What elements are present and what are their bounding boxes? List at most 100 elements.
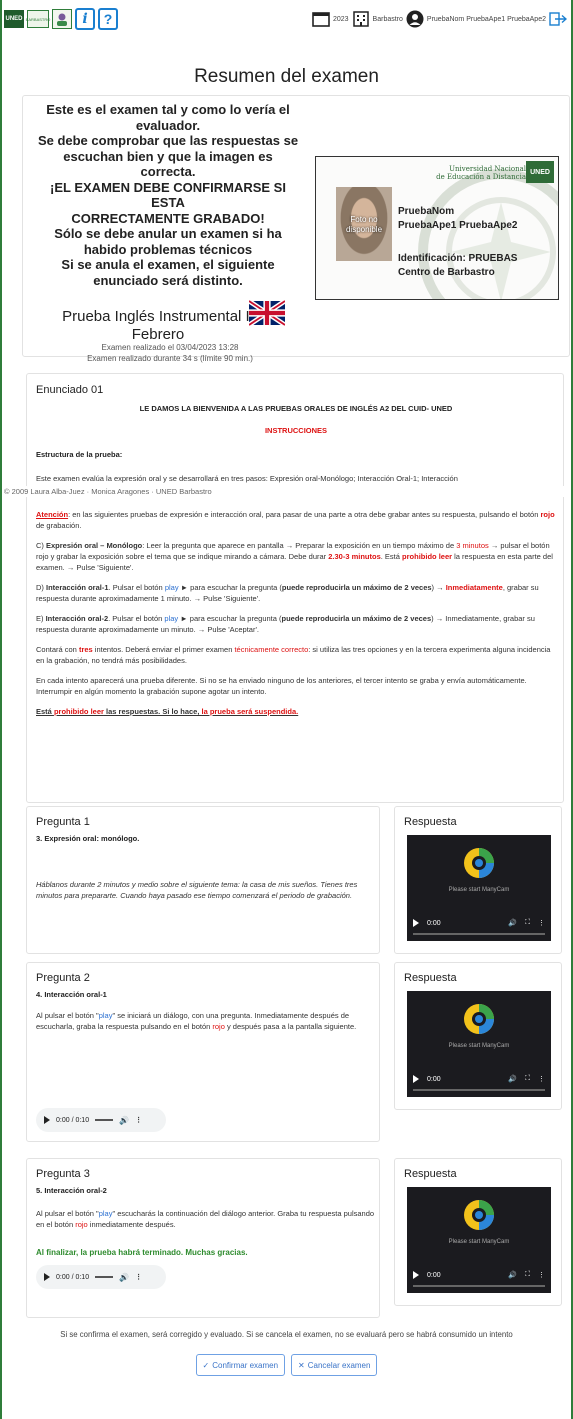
summary-line: Si se anula el examen, el siguiente [61,257,275,272]
user-bar: 2023 Barbastro PruebaNom PruebaApe1 Prue… [312,10,567,28]
test-name: Prueba Inglés Instrumental II Febrero [33,308,283,344]
play-icon[interactable] [44,1116,50,1124]
summary-line: CORRECTAMENTE GRABADO! [71,210,265,226]
student-first-name: PruebaNom [398,206,455,217]
center-value: Centro de Barbastro [398,267,495,278]
text-span: rojo [212,1022,225,1031]
audio-progress-bar[interactable] [95,1119,114,1121]
text-span: la prueba será suspendida. [201,707,299,716]
photo-text-line: Foto no [350,215,378,224]
test-name-line: Prueba Inglés Instrumental II [62,308,254,325]
footer-note: Si se confirma el examen, será corregido… [60,1330,513,1339]
volume-icon[interactable]: 🔊 [508,919,517,927]
text-span: . Pulsar el botón [108,583,165,592]
summary-line: Sólo se debe anular un examen si ha [54,226,282,241]
student-surnames: PruebaApe1 PruebaApe2 [398,220,518,231]
summary-line: Este es el examen tal y como lo vería el [46,102,290,117]
play-icon[interactable] [413,919,419,927]
text-span: C) [36,541,46,550]
confirm-exam-button[interactable]: ✓ Confirmar examen [195,1354,286,1376]
audio-progress-bar[interactable] [95,1276,114,1278]
evaluation-text: Este examen evalúa la expresión oral y s… [36,474,458,483]
volume-icon[interactable]: 🔊 [508,1271,517,1279]
page-title: Resumen del examen [194,66,379,87]
close-icon: ✕ [298,1360,305,1370]
logout-icon[interactable] [549,12,567,26]
video-progress-bar[interactable] [413,1089,545,1091]
manycam-logo-icon [464,1200,494,1230]
identification-value: Identificación: PRUEBAS [398,253,518,264]
video-time: 0:00 [427,919,441,927]
summary-line: correcta. [140,164,196,179]
exam-date: Examen realizado el 03/04/2023 13:28 [101,343,239,352]
university-name: Universidad Nacional de Educación a Dist… [436,165,526,181]
text-span: ► para escuchar la pregunta ( [178,614,282,623]
student-photo: Foto no disponible [336,187,392,261]
cancel-exam-button[interactable]: ✕ Cancelar examen [291,1354,378,1376]
summary-line: evaluador. [135,117,201,133]
text-span: inmediatamente después. [87,1220,176,1229]
response-card-1: Respuesta Please start ManyCam 0:00 🔊 ⛶ … [394,806,562,954]
intentos-paragraph: Contará con tres intentos. Deberá enviar… [36,644,558,666]
welcome-heading: LE DAMOS LA BIENVENIDA A LAS PRUEBAS ORA… [139,404,453,413]
volume-icon[interactable]: 🔊 [119,1273,129,1282]
text-span: : en las siguientes pruebas de expresión… [68,510,541,519]
play-icon[interactable] [413,1075,419,1083]
video-progress-bar[interactable] [413,1285,545,1287]
text-span: Al pulsar el botón " [36,1209,99,1218]
photo-text-line: disponible [345,225,383,234]
response-video[interactable]: Please start ManyCam 0:00 🔊 ⛶ ⋮ [407,1187,551,1293]
text-span: técnicamente correcto [234,645,309,654]
help-button[interactable]: ? [98,8,118,30]
text-span: ► para escuchar la pregunta ( [178,583,282,592]
more-options-icon[interactable]: ⋮ [538,1075,545,1083]
question-card-1: Pregunta 1 3. Expresión oral: monólogo. … [26,806,380,954]
fullscreen-icon[interactable]: ⛶ [525,1075,530,1083]
question-subtitle: 4. Interacción oral-1 [36,990,107,999]
video-message: Please start ManyCam [448,1239,510,1245]
cancel-label: Cancelar examen [307,1360,371,1370]
audio-player[interactable]: 0:00 / 0:10 🔊 ⋮ [36,1265,166,1289]
text-span: ) → [431,583,446,592]
text-span: Interacción oral-2 [45,614,109,623]
text-span: puede reproducirla un máximo de 2 veces [281,583,432,592]
question-card-3: Pregunta 3 5. Interacción oral-2 Al puls… [26,1158,380,1318]
photo-placeholder-text: Foto no disponible [336,215,392,235]
response-video[interactable]: Please start ManyCam 0:00 🔊 ⛶ ⋮ [407,991,551,1097]
response-card-3: Respuesta Please start ManyCam 0:00 🔊 ⛶ … [394,1158,562,1306]
play-icon[interactable] [413,1271,419,1279]
summary-line: escuchan bien y que la imagen es [63,148,273,164]
university-line: de Educación a Distancia [436,173,526,181]
video-controls: 0:00 🔊 ⛶ ⋮ [407,1267,551,1283]
info-button[interactable]: i [75,8,95,30]
summary-line: enunciado será distinto. [93,272,243,288]
audio-time: 0:00 / 0:10 [56,1116,90,1124]
copyright-notice: © 2009 Laura Alba-Juez · Monica Aragones… [4,486,564,497]
text-span: D) [36,583,46,592]
volume-icon[interactable]: 🔊 [508,1075,517,1083]
more-options-icon[interactable]: ⋮ [135,1273,142,1281]
text-span: : Leer la pregunta que aparece en pantal… [142,541,457,550]
more-options-icon[interactable]: ⋮ [135,1116,142,1124]
video-time: 0:00 [427,1075,441,1083]
play-icon[interactable] [44,1273,50,1281]
text-span: rojo [540,510,555,519]
video-progress-bar[interactable] [413,933,545,935]
audio-time: 0:00 / 0:10 [56,1273,90,1281]
response-video[interactable]: Please start ManyCam 0:00 🔊 ⛶ ⋮ [407,835,551,941]
fullscreen-icon[interactable]: ⛶ [525,919,530,927]
university-seal-icon [418,169,558,299]
uned-logo[interactable]: UNED [4,10,24,28]
action-buttons: ✓ Confirmar examen ✕ Cancelar examen [0,1354,573,1376]
more-options-icon[interactable]: ⋮ [538,1271,545,1279]
fullscreen-icon[interactable]: ⛶ [525,1271,530,1279]
audio-player[interactable]: 0:00 / 0:10 🔊 ⋮ [36,1108,166,1132]
text-span: play [164,614,179,623]
more-options-icon[interactable]: ⋮ [538,919,545,927]
volume-icon[interactable]: 🔊 [119,1116,129,1125]
exam-summary-card: Este es el examen tal y como lo vería el… [22,95,570,363]
interaccion2-paragraph: E) Interacción oral-2. Pulsar el botón p… [36,613,558,635]
enunciado-title: Enunciado 01 [36,384,104,396]
barbastro-logo[interactable]: BARBASTRO [26,10,50,28]
avatar-logo-icon[interactable] [52,9,72,29]
